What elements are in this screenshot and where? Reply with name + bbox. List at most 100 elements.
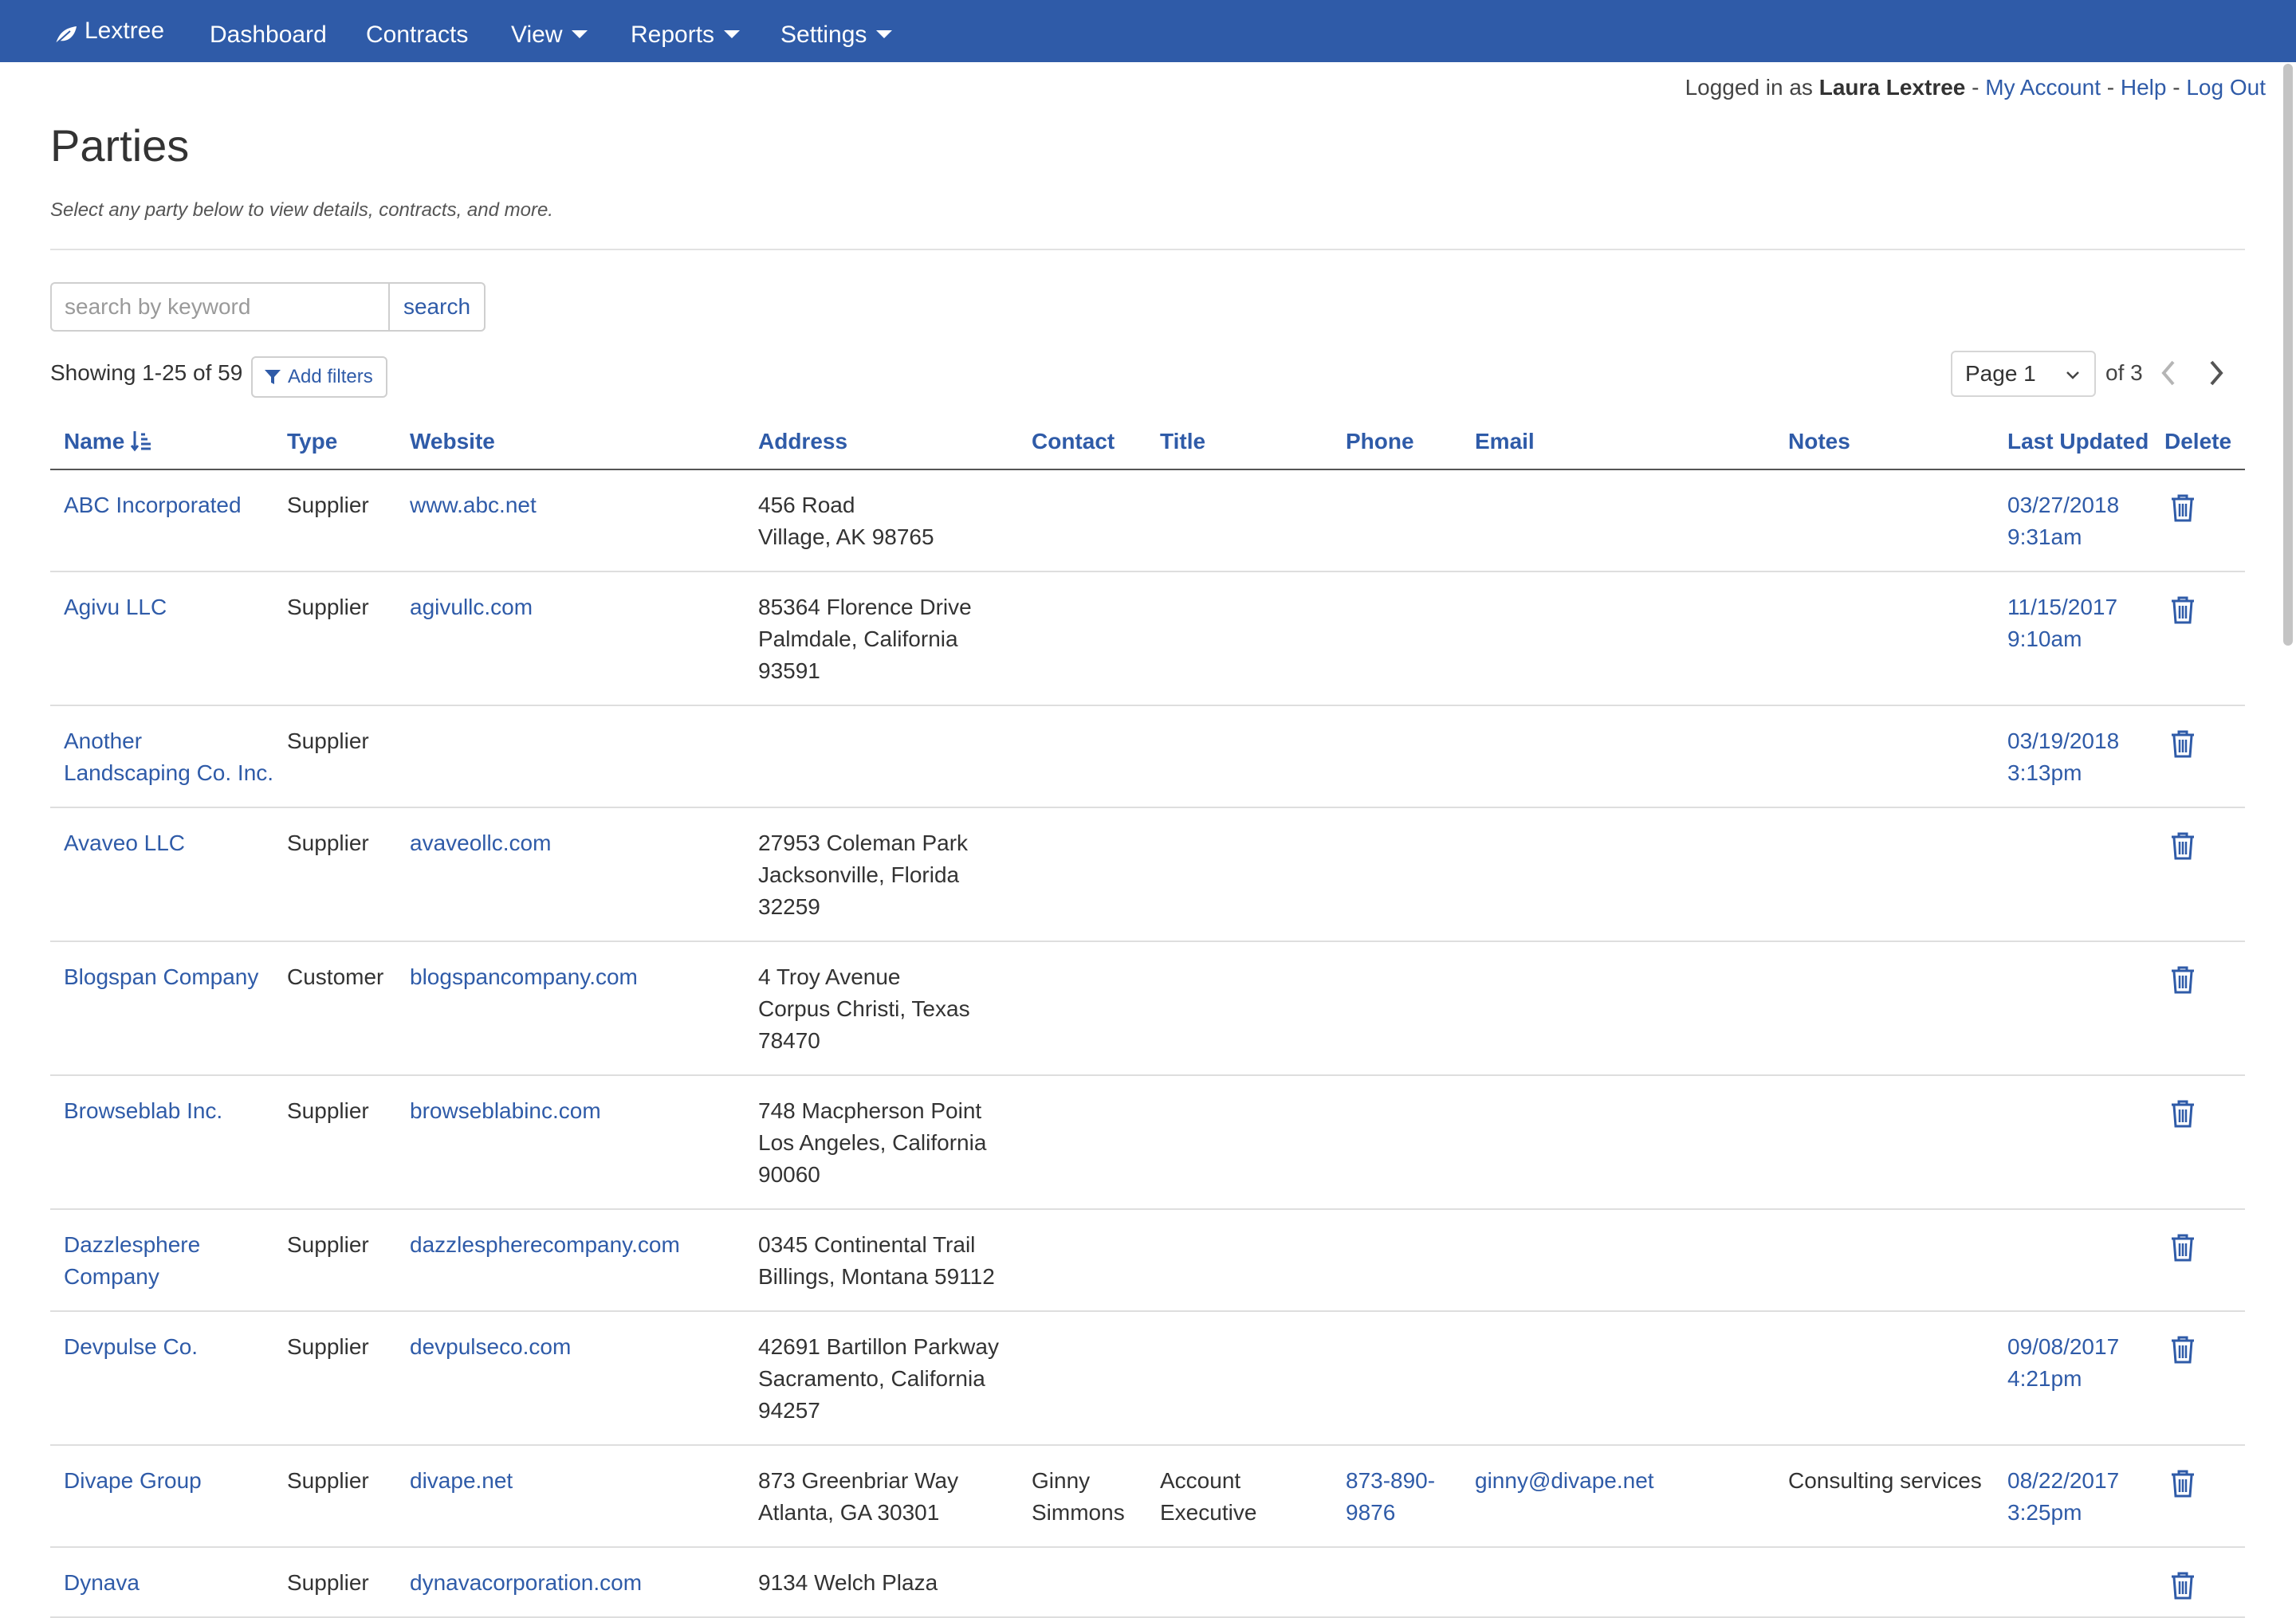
- page-select-value: Page 1: [1965, 361, 2036, 386]
- search-form: search: [50, 282, 486, 332]
- trash-icon[interactable]: [2169, 964, 2196, 999]
- page-select[interactable]: Page 1: [1951, 351, 2096, 397]
- party-last-updated[interactable]: 03/27/2018 9:31am: [2007, 489, 2119, 553]
- party-website-link[interactable]: divape.net: [410, 1465, 513, 1497]
- separator: -: [2172, 75, 2180, 100]
- brand-logo[interactable]: Lextree: [54, 0, 164, 62]
- party-last-updated[interactable]: 08/22/2017 3:25pm: [2007, 1465, 2119, 1529]
- table-row[interactable]: Browseblab Inc. Supplier browseblabinc.com…: [50, 1076, 2245, 1210]
- table-row[interactable]: Blogspan Company Customer blogspancompany.…: [50, 942, 2245, 1076]
- table-row[interactable]: Avaveo LLC Supplier avaveollc.com 27953 Col…: [50, 808, 2245, 942]
- table-row[interactable]: Agivu LLC Supplier agivullc.com 85364 Flore…: [50, 572, 2245, 706]
- chevron-right-icon[interactable]: [2205, 359, 2227, 387]
- column-header-name[interactable]: Name: [64, 429, 153, 454]
- table-row[interactable]: ABC Incorporated Supplier www.abc.net 456 R…: [50, 470, 2245, 572]
- divider: [50, 249, 2245, 250]
- column-header-last-updated[interactable]: Last Updated: [2007, 429, 2149, 454]
- column-header-email[interactable]: Email: [1475, 429, 1535, 454]
- party-last-updated[interactable]: 03/19/2018 3:13pm: [2007, 725, 2119, 789]
- trash-icon[interactable]: [2169, 595, 2196, 629]
- party-name-link[interactable]: Dynava: [64, 1567, 140, 1599]
- trash-icon[interactable]: [2169, 493, 2196, 527]
- party-last-updated[interactable]: 09/08/2017 4:21pm: [2007, 1331, 2119, 1395]
- nav-view-dropdown[interactable]: View: [511, 0, 588, 62]
- nav-contracts-label: Contracts: [366, 22, 469, 48]
- party-address: 456 Road Village, AK 98765: [758, 489, 934, 553]
- party-website-link-line: www.abc.net: [410, 493, 537, 517]
- party-last-updated-line: 9:31am: [2007, 524, 2082, 549]
- party-email-link[interactable]: ginny@divape.net: [1475, 1465, 1654, 1497]
- party-address-line: 4 Troy Avenue: [758, 964, 901, 989]
- table-row[interactable]: Devpulse Co. Supplier devpulseco.com 42691 …: [50, 1312, 2245, 1446]
- party-address-line: Jacksonville, Florida: [758, 862, 960, 887]
- trash-icon[interactable]: [2169, 1334, 2196, 1369]
- nav-dashboard[interactable]: Dashboard: [210, 0, 327, 62]
- nav-contracts[interactable]: Contracts: [366, 0, 468, 62]
- party-address: 748 Macpherson Point Los Angeles, Califor…: [758, 1095, 986, 1191]
- column-header-title[interactable]: Title: [1160, 429, 1205, 454]
- party-address-line: 748 Macpherson Point: [758, 1098, 982, 1123]
- party-website-link-line: blogspancompany.com: [410, 964, 638, 989]
- party-website-link[interactable]: browseblabinc.com: [410, 1095, 601, 1127]
- party-last-updated[interactable]: 11/15/2017 9:10am: [2007, 591, 2117, 655]
- column-header-phone[interactable]: Phone: [1346, 429, 1414, 454]
- trash-icon[interactable]: [2169, 1098, 2196, 1133]
- nav-view-label: View: [511, 22, 563, 48]
- party-phone-link-line: 9876: [1346, 1500, 1396, 1525]
- nav-settings-dropdown[interactable]: Settings: [780, 0, 893, 62]
- trash-icon[interactable]: [2169, 1570, 2196, 1604]
- search-button[interactable]: search: [388, 282, 486, 332]
- help-link[interactable]: Help: [2121, 75, 2167, 100]
- logout-link[interactable]: Log Out: [2186, 75, 2266, 100]
- column-header-type[interactable]: Type: [287, 429, 337, 454]
- leaf-icon: [55, 26, 77, 45]
- party-address-line: 32259: [758, 894, 820, 919]
- parties-table: Name Type Website Address Contact Title …: [50, 414, 2245, 1618]
- party-name-link[interactable]: Browseblab Inc.: [64, 1095, 222, 1127]
- table-row[interactable]: Dazzlesphere Company Supplier dazzlespherec…: [50, 1210, 2245, 1312]
- scrollbar-thumb[interactable]: [2283, 64, 2293, 646]
- add-filters-button[interactable]: Add filters: [251, 356, 387, 398]
- party-website-link[interactable]: avaveollc.com: [410, 827, 551, 859]
- my-account-link[interactable]: My Account: [1985, 75, 2101, 100]
- party-name-link[interactable]: Divape Group: [64, 1465, 202, 1497]
- party-website-link[interactable]: www.abc.net: [410, 489, 537, 521]
- party-website-link[interactable]: devpulseco.com: [410, 1331, 571, 1363]
- party-name-link[interactable]: ABC Incorporated: [64, 489, 242, 521]
- table-row[interactable]: Divape Group Supplier divape.net 873 Greenb…: [50, 1446, 2245, 1548]
- party-type: Supplier: [287, 725, 369, 757]
- search-input[interactable]: [50, 282, 388, 332]
- column-header-notes[interactable]: Notes: [1788, 429, 1850, 454]
- table-row[interactable]: Dynava Supplier dynavacorporation.com 9134 …: [50, 1548, 2245, 1618]
- column-header-contact[interactable]: Contact: [1032, 429, 1115, 454]
- party-notes: Consulting services: [1788, 1465, 1982, 1497]
- party-name-link[interactable]: Blogspan Company: [64, 961, 258, 993]
- trash-icon[interactable]: [2169, 831, 2196, 865]
- column-header-website[interactable]: Website: [410, 429, 495, 454]
- chevron-left-icon[interactable]: [2157, 359, 2180, 387]
- table-row[interactable]: Another Landscaping Co. Inc. Supplier 03/19…: [50, 706, 2245, 808]
- trash-icon[interactable]: [2169, 1232, 2196, 1267]
- party-name-link-line: Dynava: [64, 1570, 140, 1595]
- nav-reports-dropdown[interactable]: Reports: [631, 0, 741, 62]
- column-header-address[interactable]: Address: [758, 429, 847, 454]
- trash-icon[interactable]: [2169, 1468, 2196, 1502]
- party-address-line: 27953 Coleman Park: [758, 831, 969, 855]
- party-phone-link[interactable]: 873-890- 9876: [1346, 1465, 1435, 1529]
- user-name: Laura Lextree: [1818, 75, 1966, 100]
- party-name-link[interactable]: Avaveo LLC: [64, 827, 185, 859]
- separator: -: [1972, 75, 1980, 100]
- trash-icon[interactable]: [2169, 728, 2196, 763]
- party-website-link[interactable]: dazzlespherecompany.com: [410, 1229, 680, 1261]
- party-name-link[interactable]: Dazzlesphere Company: [64, 1229, 200, 1293]
- party-address-line: 873 Greenbriar Way: [758, 1468, 959, 1493]
- party-name-link[interactable]: Agivu LLC: [64, 591, 167, 623]
- party-website-link[interactable]: blogspancompany.com: [410, 961, 638, 993]
- party-website-link-line: dynavacorporation.com: [410, 1570, 643, 1595]
- party-name-link-line: Landscaping Co. Inc.: [64, 760, 274, 785]
- party-name-link[interactable]: Another Landscaping Co. Inc.: [64, 725, 273, 789]
- party-website-link[interactable]: dynavacorporation.com: [410, 1567, 642, 1599]
- party-website-link[interactable]: agivullc.com: [410, 591, 533, 623]
- party-name-link[interactable]: Devpulse Co.: [64, 1331, 198, 1363]
- column-header-delete: Delete: [2164, 429, 2232, 454]
